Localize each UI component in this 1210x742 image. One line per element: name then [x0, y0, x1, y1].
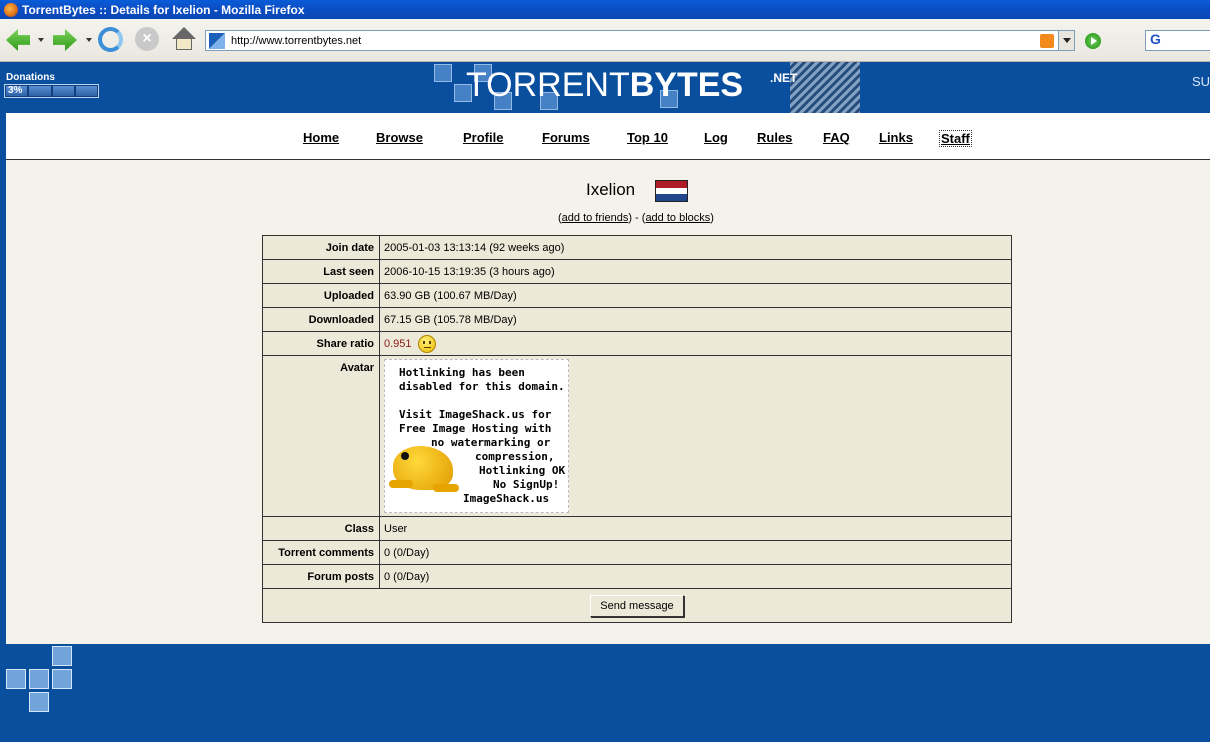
google-icon: G	[1150, 31, 1161, 47]
add-to-blocks-link[interactable]: add to blocks	[645, 212, 710, 224]
window-title: TorrentBytes :: Details for Ixelion - Mo…	[22, 2, 305, 17]
zipper-graphic	[790, 62, 860, 113]
site-header: Donations 3% TORRENTBYTES .NET SU	[0, 62, 1210, 113]
forward-history-dropdown[interactable]	[86, 38, 92, 42]
search-box[interactable]: G	[1145, 30, 1210, 51]
row-label: Share ratio	[262, 331, 380, 356]
address-bar[interactable]: http://www.torrentbytes.net	[205, 30, 1075, 51]
table-row: Send message	[262, 588, 1012, 623]
table-row: Forum posts 0 (0/Day)	[262, 564, 1012, 589]
logo-suffix: .NET	[770, 71, 798, 85]
row-value: 67.15 GB (105.78 MB/Day)	[379, 307, 1012, 332]
row-value: 63.90 GB (100.67 MB/Day)	[379, 283, 1012, 308]
nav-profile[interactable]: Profile	[463, 130, 503, 145]
go-icon[interactable]	[1085, 33, 1101, 49]
row-label: Class	[262, 516, 380, 541]
row-label: Uploaded	[262, 283, 380, 308]
table-row: Class User	[262, 516, 1012, 541]
row-label: Torrent comments	[262, 540, 380, 565]
header-edge-text: SU	[1191, 74, 1210, 89]
profile-action-links: (add to friends) - (add to blocks)	[558, 212, 714, 224]
user-details-table: Join date 2005-01-03 13:13:14 (92 weeks …	[262, 235, 1012, 623]
row-value: User	[379, 516, 1012, 541]
send-message-button[interactable]: Send message	[590, 594, 684, 617]
nav-rules[interactable]: Rules	[757, 130, 792, 145]
row-label: Join date	[262, 235, 380, 260]
firefox-icon	[4, 2, 18, 17]
nav-forums[interactable]: Forums	[542, 130, 590, 145]
nav-browse[interactable]: Browse	[376, 130, 423, 145]
nav-staff[interactable]: Staff	[939, 130, 972, 147]
profile-username: Ixelion	[586, 180, 636, 199]
netherlands-flag-icon	[655, 180, 688, 202]
decorative-square	[29, 669, 49, 689]
row-value: Hotlinking has been disabled for this do…	[379, 355, 1012, 517]
decorative-square	[29, 692, 49, 712]
rss-feed-icon[interactable]	[1040, 33, 1054, 48]
decorative-square	[6, 669, 26, 689]
forward-arrow-icon[interactable]	[53, 29, 77, 51]
nav-top10[interactable]: Top 10	[627, 130, 668, 145]
row-value: 0.951	[379, 331, 1012, 356]
table-row: Share ratio 0.951	[262, 331, 1012, 356]
nav-log[interactable]: Log	[704, 130, 728, 145]
table-row: Avatar Hotlinking has been disabled for …	[262, 355, 1012, 517]
row-value: 0 (0/Day)	[379, 564, 1012, 589]
window-titlebar: TorrentBytes :: Details for Ixelion - Mo…	[0, 0, 1210, 19]
decorative-square	[52, 669, 72, 689]
home-icon[interactable]	[172, 27, 196, 51]
row-label: Downloaded	[262, 307, 380, 332]
smiley-icon	[417, 334, 436, 353]
nav-faq[interactable]: FAQ	[823, 130, 850, 145]
logo-text: TORRENTBYTES	[466, 66, 744, 104]
url-text[interactable]: http://www.torrentbytes.net	[231, 35, 1040, 47]
reload-icon[interactable]	[98, 27, 123, 52]
avatar-image: Hotlinking has been disabled for this do…	[384, 359, 569, 513]
back-history-dropdown[interactable]	[38, 38, 44, 42]
site-navbar: Home Browse Profile Forums Top 10 Log Ru…	[6, 113, 1210, 160]
stop-icon[interactable]: ×	[135, 27, 159, 51]
add-to-friends-link[interactable]: add to friends	[562, 212, 629, 224]
donations-progress-bar: 3%	[4, 84, 99, 98]
site-logo[interactable]: TORRENTBYTES .NET	[430, 62, 860, 113]
row-value: 2005-01-03 13:13:14 (92 weeks ago)	[379, 235, 1012, 260]
table-row: Uploaded 63.90 GB (100.67 MB/Day)	[262, 283, 1012, 308]
main-content: Home Browse Profile Forums Top 10 Log Ru…	[6, 113, 1210, 644]
row-label: Avatar	[262, 355, 380, 517]
nav-home[interactable]: Home	[303, 130, 339, 145]
send-message-cell: Send message	[262, 588, 1012, 623]
donations-percent: 3%	[8, 85, 23, 96]
row-label: Last seen	[262, 259, 380, 284]
row-value: 0 (0/Day)	[379, 540, 1012, 565]
url-history-dropdown[interactable]	[1058, 31, 1074, 50]
browser-toolbar: × http://www.torrentbytes.net G	[0, 19, 1210, 62]
nav-links[interactable]: Links	[879, 130, 913, 145]
table-row: Join date 2005-01-03 13:13:14 (92 weeks …	[262, 235, 1012, 260]
site-favicon-icon	[209, 32, 225, 49]
table-row: Torrent comments 0 (0/Day)	[262, 540, 1012, 565]
back-arrow-icon[interactable]	[6, 29, 30, 51]
row-label: Forum posts	[262, 564, 380, 589]
table-row: Downloaded 67.15 GB (105.78 MB/Day)	[262, 307, 1012, 332]
share-ratio-value: 0.951	[384, 337, 412, 350]
donations-label: Donations	[6, 72, 55, 83]
decorative-square	[52, 646, 72, 666]
row-value: 2006-10-15 13:19:35 (3 hours ago)	[379, 259, 1012, 284]
table-row: Last seen 2006-10-15 13:19:35 (3 hours a…	[262, 259, 1012, 284]
